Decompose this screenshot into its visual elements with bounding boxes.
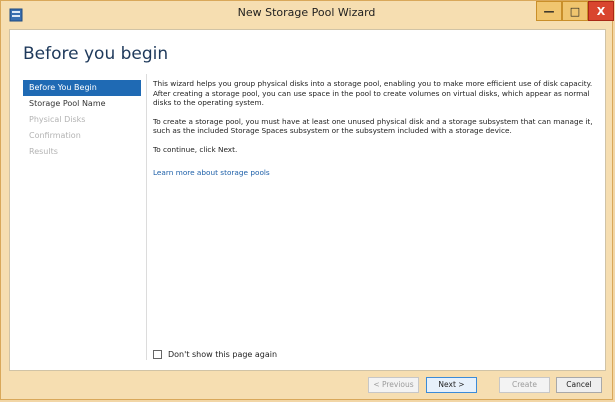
close-button[interactable]: X (588, 1, 614, 21)
page-title: Before you begin (23, 44, 169, 64)
nav-item-before-you-begin[interactable]: Before You Begin (23, 80, 141, 96)
minimize-button[interactable]: — (536, 1, 562, 21)
cancel-button[interactable]: Cancel (556, 377, 602, 393)
maximize-button[interactable]: □ (562, 1, 588, 21)
wizard-body: Before you begin Before You Begin Storag… (9, 29, 606, 371)
requirements-paragraph: To create a storage pool, you must have … (153, 116, 593, 136)
dont-show-again-row[interactable]: Don't show this page again (153, 350, 277, 359)
close-icon: X (596, 4, 606, 18)
nav-item-results: Results (29, 147, 58, 156)
button-bar: < Previous Next > Create Cancel (9, 371, 606, 401)
nav-item-physical-disks: Physical Disks (29, 115, 86, 124)
wizard-steps-nav: Before You Begin Storage Pool Name Physi… (23, 80, 141, 160)
dont-show-again-checkbox[interactable] (153, 350, 162, 359)
previous-button: < Previous (368, 377, 419, 393)
window-title: New Storage Pool Wizard (237, 6, 376, 19)
nav-divider (146, 74, 147, 360)
intro-paragraph: This wizard helps you group physical dis… (153, 79, 593, 107)
learn-more-link[interactable]: Learn more about storage pools (153, 168, 270, 177)
minimize-icon: — (543, 4, 555, 18)
nav-item-confirmation: Confirmation (29, 131, 81, 140)
wizard-window: New Storage Pool Wizard — □ X Before you… (0, 0, 614, 401)
content-area: This wizard helps you group physical dis… (153, 79, 598, 187)
maximize-icon: □ (569, 4, 581, 18)
next-button[interactable]: Next > (426, 377, 477, 393)
title-bar[interactable]: New Storage Pool Wizard — □ X (1, 1, 614, 29)
dont-show-again-label: Don't show this page again (168, 350, 278, 359)
nav-item-storage-pool-name[interactable]: Storage Pool Name (23, 96, 141, 112)
continue-instruction: To continue, click Next. (153, 144, 238, 154)
create-button: Create (499, 377, 550, 393)
